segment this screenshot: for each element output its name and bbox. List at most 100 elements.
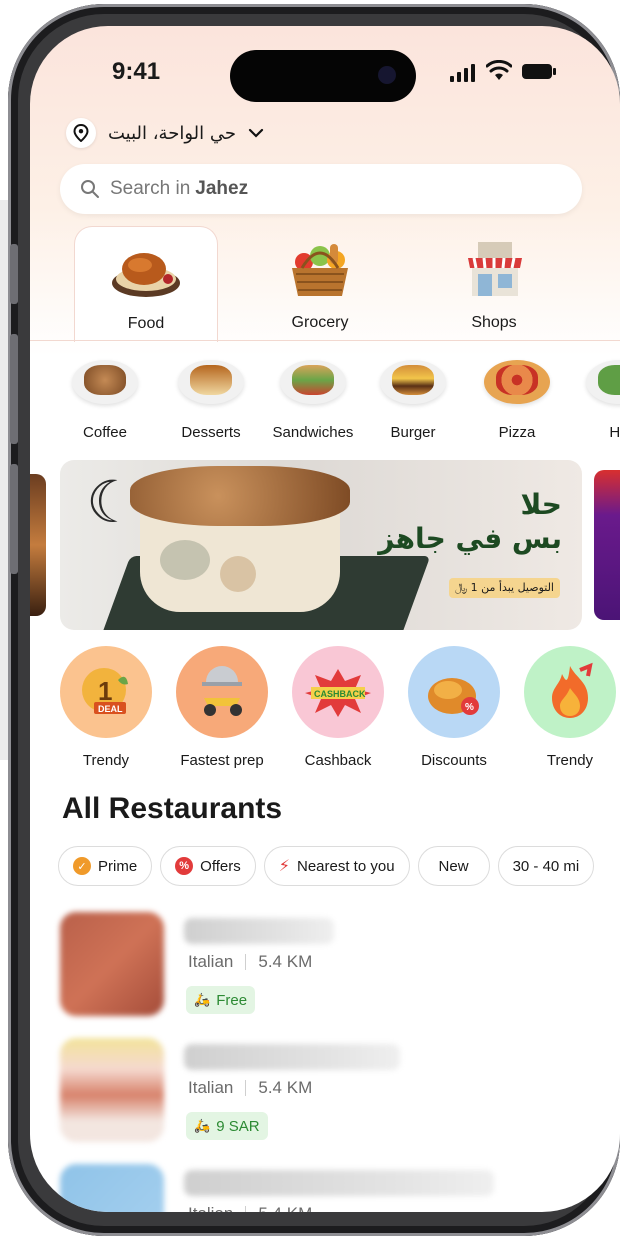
tab-divider [30, 340, 620, 341]
category-sandwiches-label: Sandwiches [272, 424, 354, 441]
collection-trendy[interactable]: 1 DEAL Trendy [48, 646, 164, 769]
search-input[interactable]: Search in [110, 178, 190, 200]
pizza-icon [484, 360, 550, 404]
delivery-fee-badge: 🛵 9 SAR [186, 1112, 268, 1140]
category-sandwiches[interactable]: Sandwiches [258, 360, 368, 441]
tab-food[interactable]: Food [74, 226, 218, 342]
signal-icon [450, 64, 475, 82]
status-time: 9:41 [112, 58, 161, 85]
collection-trendy-2[interactable]: Trendy [512, 646, 620, 769]
offers-icon: % [175, 857, 194, 875]
category-healthy[interactable]: He [564, 360, 620, 441]
cashback-burst-icon: CASHBACK [292, 646, 384, 738]
search-bar[interactable]: Search in Jahez [60, 164, 582, 214]
promo-banner[interactable]: ☾ ★ حلا بس في جاهز التوصيل يبدأ من 1 ﷼ [60, 460, 582, 630]
svg-text:%: % [465, 702, 474, 713]
prime-icon: ✓ [73, 857, 91, 875]
filter-offers-label: Offers [200, 857, 241, 875]
filter-nearest-label: Nearest to you [296, 857, 395, 875]
wifi-icon [486, 60, 512, 80]
prev-banner-peek[interactable] [30, 474, 46, 616]
restaurant-distance: 5.4 KM [258, 952, 313, 971]
collection-cashback[interactable]: CASHBACK Cashback [280, 646, 396, 769]
delivery-fee: 9 SAR [216, 1117, 260, 1135]
filter-chips: ✓ Prime % Offers ⚡ Nearest to you New 30… [58, 846, 595, 886]
delivery-scooter-icon [176, 646, 268, 738]
location-pin-icon [66, 118, 96, 148]
category-desserts-label: Desserts [181, 424, 241, 441]
svg-text:CASHBACK: CASHBACK [314, 689, 366, 699]
restaurant-name-blurred [184, 918, 334, 944]
pastry-graphic [130, 466, 350, 526]
filter-prime[interactable]: ✓ Prime [58, 846, 153, 886]
collection-trendy-label: Trendy [82, 752, 130, 769]
collection-discounts[interactable]: % Discounts [396, 646, 512, 769]
svg-text:DEAL: DEAL [98, 704, 123, 714]
filter-offers[interactable]: % Offers [160, 846, 256, 886]
next-banner-peek[interactable] [594, 470, 620, 620]
restaurant-distance: 5.4 KM [258, 1204, 312, 1212]
banner-title: حلا بس في جاهز [378, 488, 562, 555]
category-healthy-label: He [609, 424, 620, 441]
lightning-icon: ⚡ [278, 858, 290, 875]
coffee-cup-icon [72, 360, 138, 404]
restaurant-row[interactable]: Italian 5.4 KM 🛵 9 SAR [60, 1038, 600, 1148]
storefront-icon [468, 242, 522, 296]
category-burger-label: Burger [390, 424, 436, 441]
collection-fastest-prep-label: Fastest prep [180, 752, 264, 769]
filter-delivery-time[interactable]: 30 - 40 mi [497, 846, 595, 886]
battery-icon [522, 64, 556, 79]
restaurant-row[interactable]: Italian 5.4 KM [60, 1164, 600, 1212]
app-screen: 9:41 حي الواحة، البيت Search in Jahez Fo… [30, 26, 620, 1212]
restaurant-thumbnail [60, 912, 164, 1016]
restaurant-cuisine: Italian [188, 1204, 233, 1212]
section-title: All Restaurants [62, 792, 283, 825]
salad-icon [586, 360, 620, 404]
filter-new[interactable]: New [417, 846, 490, 886]
action-button [10, 244, 18, 304]
category-coffee-label: Coffee [83, 424, 127, 441]
promo-carousel[interactable]: ☾ ★ حلا بس في جاهز التوصيل يبدأ من 1 ﷼ [30, 460, 620, 630]
leaf-pattern-graphic [160, 540, 210, 580]
collections-row: 1 DEAL Trendy Fastest prep CASHBACK Cashb… [30, 646, 620, 776]
burger-icon [380, 360, 446, 404]
collection-trendy-2-label: Trendy [546, 752, 594, 769]
location-address: حي الواحة، البيت [108, 122, 236, 144]
discount-food-icon: % [408, 646, 500, 738]
vertical-tabs: Food Grocery Shops [30, 226, 620, 342]
banner-title-line1: حلا [520, 488, 562, 521]
restaurant-thumbnail [60, 1038, 164, 1142]
category-pizza-label: Pizza [498, 424, 536, 441]
collection-discounts-label: Discounts [421, 752, 487, 769]
tab-grocery-label: Grocery [291, 314, 349, 331]
restaurant-row[interactable]: Italian 5.4 KM 🛵 Free [60, 912, 600, 1022]
restaurant-thumbnail [60, 1164, 164, 1212]
sandwich-icon [280, 360, 346, 404]
filter-new-label: New [438, 857, 469, 875]
volume-down-button [10, 464, 18, 574]
search-icon [81, 180, 99, 198]
chevron-down-icon [248, 125, 264, 141]
restaurant-cuisine: Italian [188, 1078, 234, 1097]
restaurant-name-blurred [184, 1170, 494, 1196]
category-burger[interactable]: Burger [358, 360, 468, 441]
delivery-fee: Free [216, 991, 248, 1009]
restaurant-cuisine: Italian [188, 952, 234, 971]
bunch-logo [220, 556, 256, 592]
deal-badge-icon: 1 DEAL [60, 646, 152, 738]
tab-shops[interactable]: Shops [422, 226, 566, 342]
filter-prime-label: Prime [98, 857, 138, 875]
category-coffee[interactable]: Coffee [50, 360, 160, 441]
grocery-basket-icon [292, 244, 348, 296]
category-pizza[interactable]: Pizza [462, 360, 572, 441]
fire-icon [524, 646, 616, 738]
filter-nearest[interactable]: ⚡ Nearest to you [263, 846, 410, 886]
category-desserts[interactable]: Desserts [156, 360, 266, 441]
tab-shops-label: Shops [471, 314, 517, 331]
location-selector[interactable]: حي الواحة، البيت [66, 118, 264, 148]
collection-fastest-prep[interactable]: Fastest prep [164, 646, 280, 769]
delivery-fee-badge: 🛵 Free [186, 986, 256, 1014]
search-brand: Jahez [195, 178, 249, 199]
restaurant-meta: Italian 5.4 KM [188, 1078, 312, 1098]
tab-grocery[interactable]: Grocery [248, 226, 392, 342]
